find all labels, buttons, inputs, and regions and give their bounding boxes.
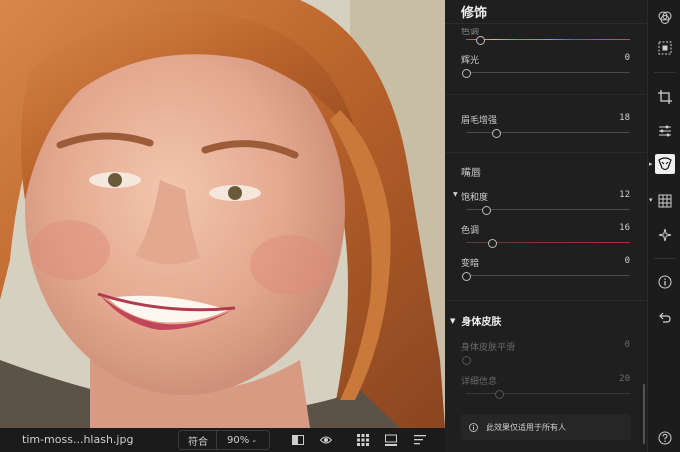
- brow-slider-knob[interactable]: [492, 129, 501, 138]
- caret-down-icon: ▼: [450, 316, 456, 325]
- lip-tone-label: 色调: [461, 226, 480, 236]
- panel-header: 修饰: [445, 0, 647, 24]
- brow-slider-track[interactable]: [466, 132, 630, 133]
- panel-scrollbar[interactable]: [643, 384, 645, 444]
- retouch-panel: 修饰 色调 辉光 0 眉毛增强 18 嘴唇 ▼ 饱和度 12 色调 16 变暗 …: [445, 0, 647, 452]
- fit-button[interactable]: 符合: [179, 431, 217, 449]
- right-toolbar: ▸ ▾: [647, 0, 680, 452]
- bottom-bar: tim-moss...hlash.jpg 符合 90% ⌄: [0, 428, 445, 452]
- panel-title: 修饰: [461, 6, 488, 21]
- body-smooth-label: 身体皮肤平滑: [461, 343, 516, 353]
- body-skin-section-header[interactable]: ▼ 身体皮肤: [450, 313, 502, 329]
- lip-saturation-value: 12: [619, 190, 630, 200]
- divider: [445, 300, 647, 301]
- color-mixer-icon[interactable]: [656, 8, 674, 26]
- glow-label: 辉光: [461, 56, 480, 66]
- glow-slider-knob[interactable]: [462, 69, 471, 78]
- glow-value: 0: [624, 53, 630, 63]
- lip-saturation-knob[interactable]: [482, 206, 491, 215]
- detail-knob[interactable]: [495, 390, 504, 399]
- sparkle-icon[interactable]: [656, 226, 674, 244]
- retouch-face-icon[interactable]: [655, 154, 675, 174]
- eye-icon[interactable]: [320, 434, 332, 446]
- sort-icon[interactable]: [414, 434, 426, 446]
- hue-slider-knob[interactable]: [476, 36, 485, 45]
- detail-track[interactable]: [466, 393, 630, 394]
- info-icon: [469, 422, 478, 432]
- lip-darken-track[interactable]: [466, 275, 630, 276]
- notice-text: 此效果仅适用于所有人: [486, 422, 566, 432]
- help-icon[interactable]: [656, 429, 674, 447]
- lip-tone-value: 16: [619, 223, 630, 233]
- lip-saturation-label: 饱和度: [461, 193, 489, 203]
- glow-slider-track[interactable]: [466, 72, 630, 73]
- info-icon[interactable]: [656, 273, 674, 291]
- zoom-value: 90%: [227, 434, 250, 446]
- toolbar-separator: [654, 258, 676, 259]
- portrait-image: [0, 0, 445, 428]
- file-name: tim-moss...hlash.jpg: [22, 433, 134, 446]
- zoom-control[interactable]: 符合 90% ⌄: [178, 430, 270, 450]
- grid-view-icon[interactable]: [357, 434, 369, 446]
- lip-tone-knob[interactable]: [488, 239, 497, 248]
- detail-label: 详细信息: [461, 377, 498, 387]
- body-smooth-knob[interactable]: [462, 356, 471, 365]
- filmstrip-icon[interactable]: [385, 434, 397, 446]
- undo-icon[interactable]: [656, 309, 674, 327]
- chevron-down-icon: ▾: [649, 196, 653, 204]
- toolbar-separator: [654, 72, 676, 73]
- lip-darken-knob[interactable]: [462, 272, 471, 281]
- cut-off-label: 色调: [461, 27, 480, 37]
- notice-box: 此效果仅适用于所有人: [461, 414, 631, 440]
- zoom-dropdown[interactable]: 90% ⌄: [217, 435, 257, 446]
- lip-darken-value: 0: [624, 256, 630, 266]
- hue-slider-track[interactable]: [466, 39, 630, 40]
- adjust-sliders-icon[interactable]: [656, 122, 674, 140]
- brow-value: 18: [619, 113, 630, 123]
- grid-icon[interactable]: [656, 192, 674, 210]
- caret-down-icon[interactable]: ▼: [453, 191, 458, 198]
- lip-darken-label: 变暗: [461, 259, 480, 269]
- divider: [445, 152, 647, 153]
- divider: [445, 94, 647, 95]
- body-skin-title: 身体皮肤: [461, 317, 502, 328]
- brow-label: 眉毛增强: [461, 116, 498, 126]
- photo-canvas[interactable]: [0, 0, 445, 428]
- crop-icon[interactable]: [656, 88, 674, 106]
- select-icon[interactable]: [656, 39, 674, 57]
- body-smooth-value: 0: [624, 340, 630, 350]
- chevron-down-icon: ⌄: [251, 436, 258, 444]
- detail-value: 20: [619, 374, 630, 384]
- split-view-icon[interactable]: [292, 434, 304, 446]
- lips-section-title: 嘴唇: [461, 168, 481, 179]
